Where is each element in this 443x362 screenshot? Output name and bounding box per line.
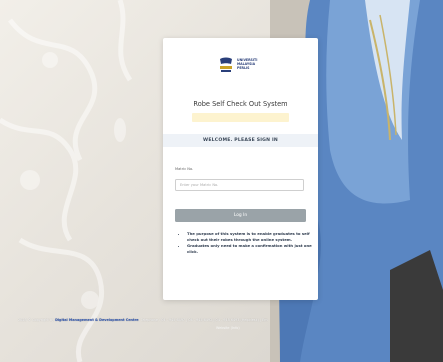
- footer-centre-link[interactable]: Digital Management & Development Centre: [55, 318, 138, 322]
- logo-line-3: PERLIS: [237, 65, 250, 70]
- info-list: The purpose of this system is to enable …: [179, 231, 313, 256]
- matric-label: Matric No.: [175, 167, 194, 171]
- unimap-logo-icon: [218, 56, 234, 74]
- university-logo: UNIVERSITI MALAYSIA PERLIS: [218, 54, 266, 76]
- footer-website-link[interactable]: Website (Info): [216, 326, 240, 330]
- matric-input[interactable]: [175, 179, 304, 191]
- footer: 2023 © Copyright by Digital Management &…: [18, 318, 443, 323]
- welcome-text: WELCOME. PLEASE SIGN IN: [203, 138, 278, 143]
- university-name: UNIVERSITI MALAYSIA PERLIS: [237, 58, 257, 70]
- info-item: The purpose of this system is to enable …: [187, 231, 313, 242]
- login-button[interactable]: Log In: [175, 209, 306, 222]
- notice-banner: [192, 113, 289, 122]
- login-card: UNIVERSITI MALAYSIA PERLIS Robe Self Che…: [163, 38, 318, 300]
- system-title: Robe Self Check Out System: [193, 100, 288, 108]
- footer-contact: . Telephone : 04 - 945 6497 | 04 - 945 6…: [138, 318, 268, 322]
- info-item: Graduates only need to make a confirmati…: [187, 243, 313, 254]
- welcome-banner: WELCOME. PLEASE SIGN IN: [163, 134, 318, 147]
- footer-copyright: 2023 © Copyright by: [18, 318, 54, 322]
